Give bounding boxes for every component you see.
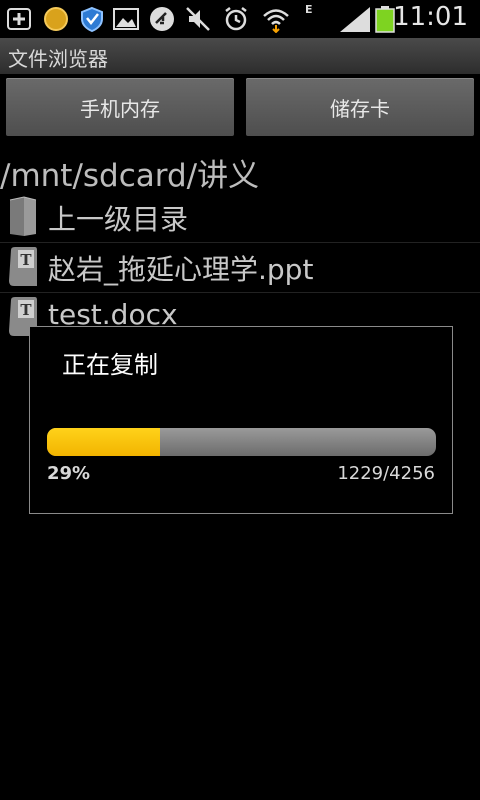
- wifi-icon: [263, 9, 289, 33]
- list-item-label: 赵岩_拖延心理学.ppt: [48, 253, 314, 286]
- dialog-title: 正在复制: [62, 351, 158, 379]
- phone-memory-button[interactable]: 手机内存: [6, 78, 234, 136]
- add-icon: [7, 8, 31, 30]
- status-bar: E 11:01: [0, 0, 480, 38]
- signal-icon: [340, 7, 370, 32]
- list-item-parent-dir[interactable]: 上一级目录: [0, 192, 480, 243]
- alarm-icon: [225, 7, 247, 31]
- usb-icon: [150, 7, 174, 31]
- copy-progress-dialog: 正在复制 29% 1229/4256: [29, 326, 453, 514]
- image-icon: [113, 8, 139, 30]
- clock: 11:01: [393, 2, 468, 32]
- screen: E 11:01 文件浏览器 手机内存 储存卡 /mnt/sdcard/讲义 上一…: [0, 0, 480, 800]
- list-item-label: 上一级目录: [48, 203, 189, 236]
- mute-icon: [186, 7, 210, 31]
- progress-bar: [47, 428, 436, 456]
- progress-fill: [47, 428, 160, 456]
- current-path: /mnt/sdcard/讲义: [0, 158, 260, 194]
- network-type-label: E: [305, 3, 313, 16]
- progress-percent: 29%: [47, 463, 91, 484]
- title-bar: 文件浏览器: [0, 38, 480, 74]
- shield-icon: [81, 6, 103, 33]
- svg-text:T: T: [20, 301, 32, 319]
- progress-count: 1229/4256: [337, 463, 435, 484]
- app-title: 文件浏览器: [8, 47, 108, 71]
- sd-card-button[interactable]: 储存卡: [246, 78, 474, 136]
- text-file-icon: T: [9, 247, 37, 286]
- list-item-file[interactable]: T 赵岩_拖延心理学.ppt: [0, 242, 480, 293]
- coin-icon: [44, 7, 68, 31]
- svg-text:T: T: [20, 251, 32, 269]
- folder-up-icon: [9, 196, 37, 236]
